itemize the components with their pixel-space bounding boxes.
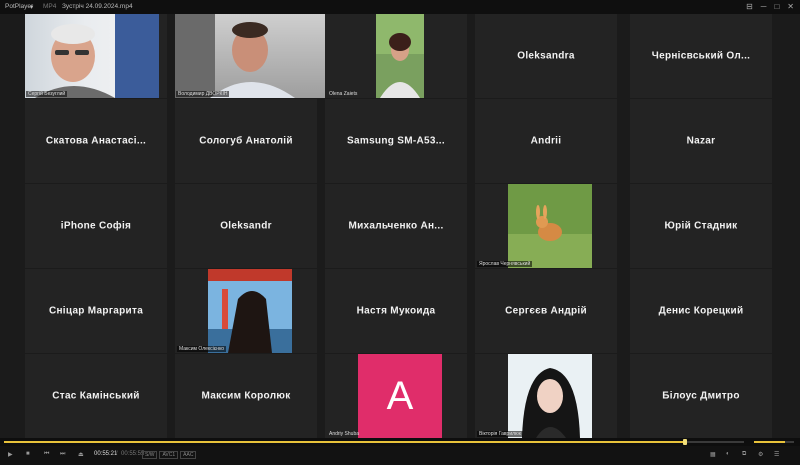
maximize-button[interactable]: □ — [774, 2, 779, 12]
mode-label: MP4 — [43, 3, 57, 10]
participant-name: Юрій Стадник — [664, 220, 738, 232]
participant-name: Сологуб Анатолій — [199, 135, 293, 147]
participant-tile: Михальченко Ан... — [325, 184, 467, 268]
participant-name: Максим Королюк — [201, 390, 291, 402]
seek-rail[interactable] — [4, 439, 744, 445]
format-chip: AVC1 — [159, 451, 179, 459]
person-photo-frame — [508, 354, 592, 438]
participant-name: Скатова Анастасі... — [45, 135, 147, 147]
participant-name: Сергєєв Андрій — [505, 305, 587, 317]
file-title: Зустріч 24.09.2024.mp4 — [62, 3, 133, 10]
participant-tile: iPhone Софія — [25, 184, 167, 268]
participant-name: Володимир ДВОРКІН — [176, 91, 230, 97]
previous-button[interactable]: ⏮ — [44, 451, 49, 458]
participant-name: Andrii — [530, 135, 562, 147]
eject-button[interactable]: ⏏ — [78, 451, 84, 458]
format-chip: S/W — [142, 451, 158, 459]
participant-tile: Samsung SM-A53... — [325, 99, 467, 183]
app-menu-chevron-icon[interactable]: ▾ — [30, 3, 33, 11]
avatar: A — [358, 354, 442, 438]
participant-tile: Стас Камiнський — [25, 354, 167, 438]
play-button[interactable]: ▶ — [8, 451, 13, 458]
time-separator: / — [116, 451, 118, 457]
participant-name: Вікторія Гаврилюк — [477, 431, 523, 437]
next-button[interactable]: ⏭ — [60, 451, 65, 458]
participant-name: Oleksandra — [517, 50, 575, 62]
participant-name: Сніцар Маргарита — [48, 305, 144, 317]
window-controls: ⊟ ─ □ ✕ — [746, 2, 794, 12]
participant-tile: Чернiсвський Ол... — [630, 14, 772, 98]
participant-video — [508, 354, 592, 438]
participant-tile: Сологуб Анатолій — [175, 99, 317, 183]
participant-tile: Денис Корецкий — [630, 269, 772, 353]
participant-name: Ярослав Чернявський — [477, 261, 533, 267]
participant-tile: Білоус Дмитро — [630, 354, 772, 438]
app-name[interactable]: PotPlayer — [5, 3, 33, 10]
participant-tile: Володимир ДВОРКІН — [175, 14, 325, 98]
video-settings-icon[interactable]: ◐ — [726, 451, 730, 457]
participant-name: Nazar — [686, 135, 716, 147]
participant-name: Максим Олексієнко — [177, 346, 227, 352]
minimize-button[interactable]: ─ — [761, 2, 767, 12]
menu-icon[interactable]: ☰ — [774, 451, 779, 458]
gear-icon[interactable]: ⚙ — [758, 451, 763, 458]
participant-tile: Сніцар Маргарита — [25, 269, 167, 353]
seek-handle[interactable] — [682, 439, 687, 445]
participant-name: Стас Камiнський — [52, 390, 140, 402]
participant-tile: Nazar — [630, 99, 772, 183]
participant-tile: Скатова Анастасі... — [25, 99, 167, 183]
participant-video: Володимир ДВОРКІН — [175, 14, 325, 98]
participant-tile: A Andriy Shuba — [325, 354, 467, 438]
rabbit-photo-frame — [508, 184, 592, 268]
participant-tile: Ярослав Чернявський — [475, 184, 617, 268]
participant-tile: Andrii — [475, 99, 617, 183]
participant-name: Чернiсвський Ол... — [651, 50, 751, 62]
participant-tile: Olena Zaiets — [325, 14, 467, 98]
participant-video — [508, 184, 592, 268]
title-bar: PotPlayer ▾ MP4 Зустріч 24.09.2024.mp4 ⊟… — [0, 0, 800, 14]
volume-slider[interactable] — [754, 441, 794, 443]
person-video-frame — [208, 269, 292, 353]
participant-name: Andriy Shuba — [329, 431, 360, 437]
pip-icon[interactable]: ⧉ — [742, 451, 746, 458]
participant-name: Olena Zaiets — [329, 91, 358, 97]
video-stage[interactable]: Сергій Безуглий Володимир ДВОРКІН Olena … — [0, 14, 800, 438]
participant-tile: Вікторія Гаврилюк — [475, 354, 617, 438]
participant-tile: Сергій Безуглий — [25, 14, 167, 98]
participant-tile: Oleksandra — [475, 14, 617, 98]
pin-icon[interactable]: ⊟ — [746, 2, 753, 12]
participant-tile: Сергєєв Андрій — [475, 269, 617, 353]
participant-name: iPhone Софія — [60, 220, 132, 232]
stop-button[interactable]: ■ — [26, 451, 30, 457]
player-controls: ▶ ■ ⏮ ⏭ ⏏ 00:55:21 / 00:55:55 S/W AVC1 AAC… — [0, 446, 800, 465]
person-video-frame — [376, 14, 424, 98]
person-video-frame — [35, 14, 159, 98]
format-chips: S/W AVC1 AAC — [142, 451, 198, 459]
participant-name: Денис Корецкий — [658, 305, 744, 317]
avatar-letter: A — [386, 374, 414, 418]
participant-video — [376, 14, 424, 98]
participant-name: Михальченко Ан... — [348, 220, 444, 232]
volume-level — [754, 441, 786, 443]
total-time: 00:55:55 — [121, 451, 145, 457]
participant-name: Настя Мукоида — [356, 305, 436, 317]
seek-bar[interactable] — [0, 438, 800, 446]
participant-name: Samsung SM-A53... — [347, 135, 445, 147]
close-button[interactable]: ✕ — [787, 2, 794, 12]
participant-video — [208, 269, 292, 353]
grid-icon[interactable]: ▦ — [710, 451, 716, 458]
participant-name: Білоус Дмитро — [662, 390, 740, 402]
current-time: 00:55:21 — [94, 451, 118, 457]
participant-video: Сергій Безуглий — [25, 14, 159, 98]
participant-tile: Максим Королюк — [175, 354, 317, 438]
participant-tile: Максим Олексієнко — [175, 269, 317, 353]
participant-tile: Юрій Стадник — [630, 184, 772, 268]
participant-tile: Oleksandr — [175, 184, 317, 268]
participant-name: Сергій Безуглий — [26, 91, 68, 97]
seek-progress — [4, 441, 685, 443]
format-chip: AAC — [180, 451, 197, 459]
participant-name: Oleksandr — [220, 220, 272, 232]
person-video-frame — [175, 14, 295, 98]
participant-tile: Настя Мукоида — [325, 269, 467, 353]
